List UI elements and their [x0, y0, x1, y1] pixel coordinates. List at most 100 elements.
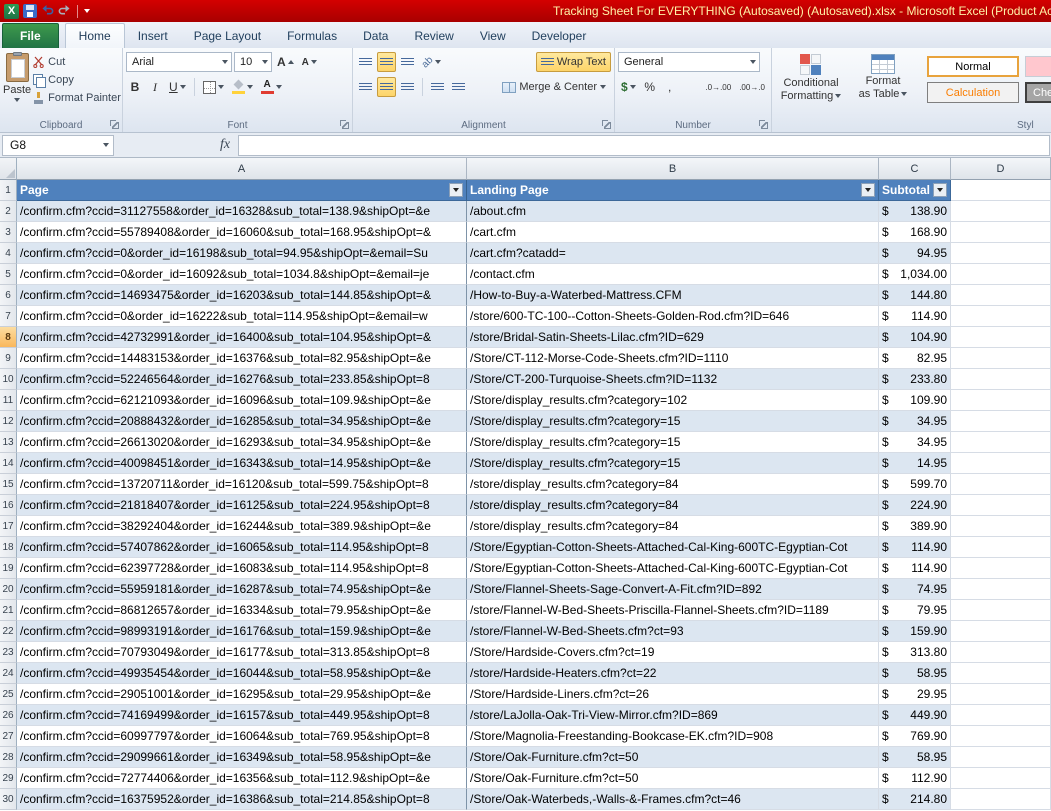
paste-button[interactable]: Paste — [3, 51, 31, 107]
row-header[interactable]: 7 — [0, 306, 17, 327]
cell-d[interactable] — [951, 537, 1051, 558]
row-header[interactable]: 1 — [0, 180, 17, 201]
cell-b[interactable]: /Store/CT-200-Turquoise-Sheets.cfm?ID=11… — [467, 369, 879, 390]
column-header-c[interactable]: C — [879, 158, 951, 180]
select-all-button[interactable] — [0, 158, 17, 180]
row-header[interactable]: 3 — [0, 222, 17, 243]
cell-b[interactable]: /Store/Hardside-Liners.cfm?ct=26 — [467, 684, 879, 705]
row-header[interactable]: 26 — [0, 705, 17, 726]
cell-d[interactable] — [951, 747, 1051, 768]
cell-d[interactable] — [951, 516, 1051, 537]
cell-a[interactable]: /confirm.cfm?ccid=13720711&order_id=1612… — [17, 474, 467, 495]
merge-center-button[interactable]: Merge & Center — [497, 77, 611, 97]
align-left-button[interactable] — [356, 77, 375, 97]
table-header-cell-a[interactable]: Page — [17, 180, 467, 201]
cell-d[interactable] — [951, 705, 1051, 726]
cell-d[interactable] — [951, 642, 1051, 663]
number-dialog-launcher[interactable] — [759, 120, 769, 130]
tab-insert[interactable]: Insert — [125, 24, 181, 48]
cell-c[interactable]: $389.90 — [879, 516, 951, 537]
row-header[interactable]: 11 — [0, 390, 17, 411]
cell-d[interactable] — [951, 495, 1051, 516]
cell-b[interactable]: /Store/display_results.cfm?category=102 — [467, 390, 879, 411]
row-header[interactable]: 10 — [0, 369, 17, 390]
table-header-cell-c[interactable]: Subtotal — [879, 180, 951, 201]
cell-b[interactable]: /contact.cfm — [467, 264, 879, 285]
cell-c[interactable]: $159.90 — [879, 621, 951, 642]
cell-c[interactable]: $109.90 — [879, 390, 951, 411]
row-header[interactable]: 17 — [0, 516, 17, 537]
row-header[interactable]: 29 — [0, 768, 17, 789]
cell-b[interactable]: /Store/Oak-Furniture.cfm?ct=50 — [467, 747, 879, 768]
copy-button[interactable]: Copy — [31, 71, 123, 89]
cell-c[interactable]: $74.95 — [879, 579, 951, 600]
cell-a[interactable]: /confirm.cfm?ccid=29051001&order_id=1629… — [17, 684, 467, 705]
cell-a[interactable]: /confirm.cfm?ccid=0&order_id=16222&sub_t… — [17, 306, 467, 327]
cut-button[interactable]: Cut — [31, 53, 123, 71]
cell-c[interactable]: $104.90 — [879, 327, 951, 348]
row-header[interactable]: 20 — [0, 579, 17, 600]
row-header[interactable]: 24 — [0, 663, 17, 684]
cell-b[interactable]: /store/display_results.cfm?category=84 — [467, 474, 879, 495]
tab-review[interactable]: Review — [401, 24, 466, 48]
cell-a[interactable]: /confirm.cfm?ccid=55789408&order_id=1606… — [17, 222, 467, 243]
cell-c[interactable]: $313.80 — [879, 642, 951, 663]
percent-button[interactable]: % — [641, 77, 659, 97]
row-header[interactable]: 27 — [0, 726, 17, 747]
number-format-select[interactable]: General — [618, 52, 760, 72]
cell-a[interactable]: /confirm.cfm?ccid=20888432&order_id=1628… — [17, 411, 467, 432]
cell-b[interactable]: /Store/Egyptian-Cotton-Sheets-Attached-C… — [467, 558, 879, 579]
cell-b[interactable]: /Store/Egyptian-Cotton-Sheets-Attached-C… — [467, 537, 879, 558]
row-header[interactable]: 15 — [0, 474, 17, 495]
cell-a[interactable]: /confirm.cfm?ccid=62121093&order_id=1609… — [17, 390, 467, 411]
column-header-a[interactable]: A — [17, 158, 467, 180]
cell-style-check-c[interactable]: Check C — [1025, 82, 1051, 103]
conditional-formatting-button[interactable]: Conditional Formatting — [775, 51, 847, 102]
row-header[interactable]: 13 — [0, 432, 17, 453]
align-top-button[interactable] — [356, 52, 375, 72]
cell-d[interactable] — [951, 558, 1051, 579]
cell-b[interactable]: /store/600-TC-100--Cotton-Sheets-Golden-… — [467, 306, 879, 327]
cell-b[interactable]: /Store/CT-112-Morse-Code-Sheets.cfm?ID=1… — [467, 348, 879, 369]
cell-d[interactable] — [951, 432, 1051, 453]
cell-a[interactable]: /confirm.cfm?ccid=86812657&order_id=1633… — [17, 600, 467, 621]
cell-c[interactable]: $94.95 — [879, 243, 951, 264]
align-center-button[interactable] — [377, 77, 396, 97]
cell-b[interactable]: /cart.cfm?catadd= — [467, 243, 879, 264]
cell-a[interactable]: /confirm.cfm?ccid=52246564&order_id=1627… — [17, 369, 467, 390]
wrap-text-button[interactable]: Wrap Text — [536, 52, 611, 72]
column-header-b[interactable]: B — [467, 158, 879, 180]
decrease-decimal-button[interactable]: .00→.0 — [736, 77, 768, 97]
qat-menu-caret-icon[interactable] — [84, 9, 90, 13]
alignment-dialog-launcher[interactable] — [602, 120, 612, 130]
row-header[interactable]: 25 — [0, 684, 17, 705]
borders-button[interactable] — [200, 77, 227, 97]
cell-a[interactable]: /confirm.cfm?ccid=98993191&order_id=1617… — [17, 621, 467, 642]
row-header[interactable]: 22 — [0, 621, 17, 642]
format-painter-button[interactable]: Format Painter — [31, 89, 123, 107]
cell-c[interactable]: $138.90 — [879, 201, 951, 222]
bold-button[interactable]: B — [126, 77, 144, 97]
undo-button[interactable] — [41, 2, 54, 20]
cell-d[interactable] — [951, 768, 1051, 789]
row-header[interactable]: 23 — [0, 642, 17, 663]
cell-d[interactable] — [951, 264, 1051, 285]
cell-c[interactable]: $114.90 — [879, 537, 951, 558]
cell-b[interactable]: /store/Bridal-Satin-Sheets-Lilac.cfm?ID=… — [467, 327, 879, 348]
cell-b[interactable]: /store/Flannel-W-Bed-Sheets-Priscilla-Fl… — [467, 600, 879, 621]
cell-d[interactable] — [951, 285, 1051, 306]
cell-d[interactable] — [951, 369, 1051, 390]
tab-developer[interactable]: Developer — [519, 24, 600, 48]
decrease-indent-button[interactable] — [428, 77, 447, 97]
underline-button[interactable]: U — [166, 77, 189, 97]
align-right-button[interactable] — [398, 77, 417, 97]
cell-b[interactable]: /How-to-Buy-a-Waterbed-Mattress.CFM — [467, 285, 879, 306]
cell-c[interactable]: $769.90 — [879, 726, 951, 747]
cell-a[interactable]: /confirm.cfm?ccid=38292404&order_id=1624… — [17, 516, 467, 537]
cell-b[interactable]: /store/LaJolla-Oak-Tri-View-Mirror.cfm?I… — [467, 705, 879, 726]
cell-b[interactable]: /store/display_results.cfm?category=84 — [467, 495, 879, 516]
cell-c[interactable]: $144.80 — [879, 285, 951, 306]
cell-a[interactable]: /confirm.cfm?ccid=74169499&order_id=1615… — [17, 705, 467, 726]
cell-a[interactable]: /confirm.cfm?ccid=14483153&order_id=1637… — [17, 348, 467, 369]
cell-a[interactable]: /confirm.cfm?ccid=62397728&order_id=1608… — [17, 558, 467, 579]
